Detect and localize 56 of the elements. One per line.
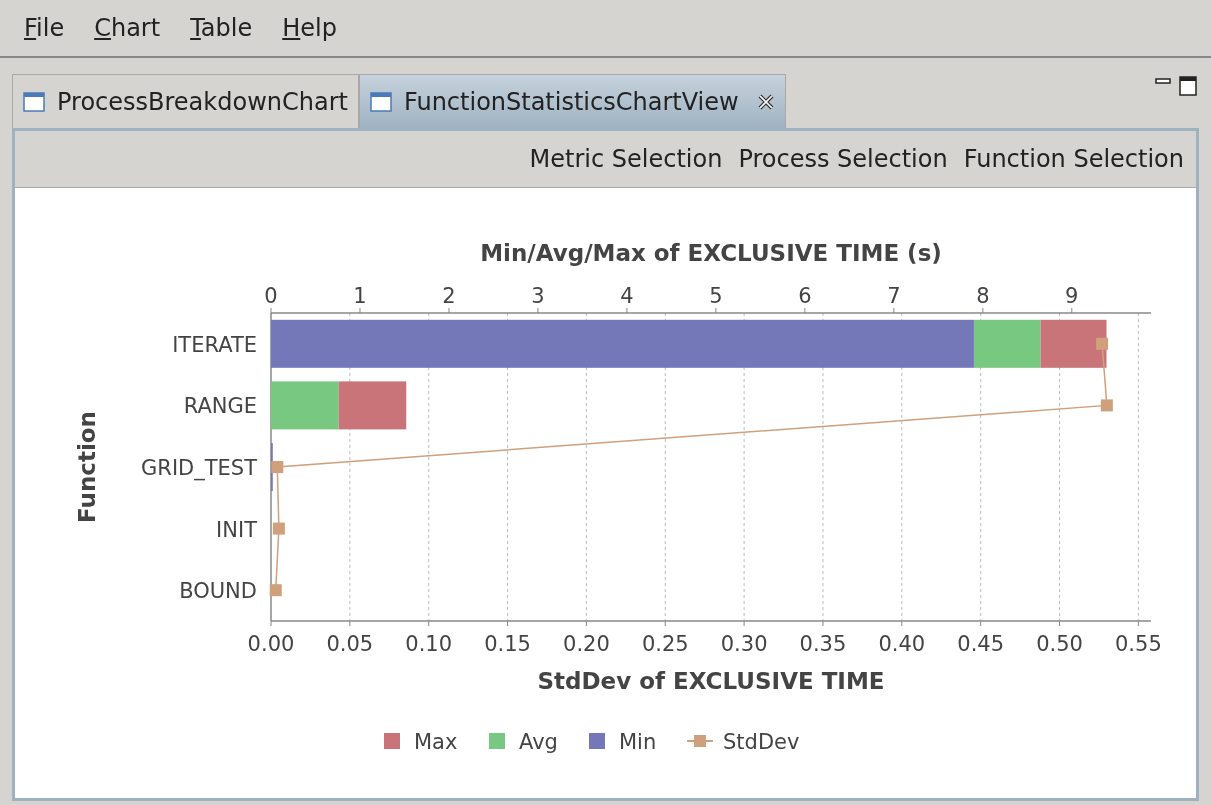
axis-tick-label: 0 <box>264 284 278 308</box>
maximize-icon[interactable] <box>1179 76 1197 96</box>
axis-tick-label: 7 <box>887 284 901 308</box>
category-label: GRID_TEST <box>141 456 257 480</box>
toolbar-button[interactable]: Function Selection <box>957 145 1190 173</box>
axis-tick-label: 0.25 <box>641 632 689 656</box>
menu-item[interactable]: Table <box>190 14 253 42</box>
axis-tick-label: 0.35 <box>799 632 847 656</box>
bar <box>1040 319 1107 368</box>
menu-item[interactable]: Chart <box>94 14 161 42</box>
chart-title: Min/Avg/Max of EXCLUSIVE TIME (s) <box>480 240 942 266</box>
point <box>269 584 282 597</box>
axis-tick-label: 6 <box>798 284 812 308</box>
axis-tick-label: 0.10 <box>405 632 453 656</box>
axis-tick-label: 0.05 <box>326 632 374 656</box>
close-icon[interactable] <box>756 92 775 111</box>
axis-title: StdDev of EXCLUSIVE TIME <box>537 668 885 694</box>
toolbar-button[interactable]: Metric Selection <box>523 145 729 173</box>
legend-label: Avg <box>519 730 558 754</box>
axis-tick-label: 3 <box>531 284 545 308</box>
menu-item[interactable]: File <box>24 14 65 42</box>
point <box>271 461 284 473</box>
axis-title: Function <box>74 411 100 523</box>
axis-tick-label: 9 <box>1065 284 1079 308</box>
axis-tick-label: 2 <box>442 284 456 308</box>
legend-label: Max <box>414 730 458 754</box>
legend-line-icon <box>686 735 714 747</box>
axis-tick-label: 0.55 <box>1115 632 1162 656</box>
axis-tick-label: 0.00 <box>247 632 295 656</box>
legend-label: Min <box>619 730 657 754</box>
axis-tick-label: 0.30 <box>720 632 768 656</box>
bar <box>338 381 407 430</box>
legend-label: StdDev <box>723 730 800 754</box>
axis-tick-label: 5 <box>709 284 723 308</box>
axis-tick-label: 0.50 <box>1036 632 1083 656</box>
axis-tick-label: 0.15 <box>484 632 531 656</box>
point <box>1100 399 1113 412</box>
window-icon <box>23 91 45 112</box>
window-icon <box>369 91 392 112</box>
axis-tick-label: 0.20 <box>563 632 610 656</box>
point <box>1096 337 1109 350</box>
view-tab[interactable]: FunctionStatisticsChartView <box>358 74 786 128</box>
category-label: BOUND <box>179 579 257 604</box>
point <box>272 522 285 535</box>
category-label: INIT <box>216 517 257 542</box>
category-label: ITERATE <box>172 332 257 357</box>
category-label: RANGE <box>183 394 257 419</box>
axis-tick-label: 8 <box>976 284 990 308</box>
axis-tick-label: 4 <box>620 284 634 308</box>
axis-tick-label: 0.45 <box>957 632 1005 656</box>
bar <box>271 381 339 430</box>
axis-tick-label: 1 <box>353 284 367 308</box>
toolbar-button[interactable]: Process Selection <box>732 145 954 173</box>
view-tab[interactable]: ProcessBreakdownChart <box>12 74 359 128</box>
menu-item[interactable]: Help <box>282 14 337 42</box>
axis-tick-label: 0.40 <box>878 632 926 656</box>
